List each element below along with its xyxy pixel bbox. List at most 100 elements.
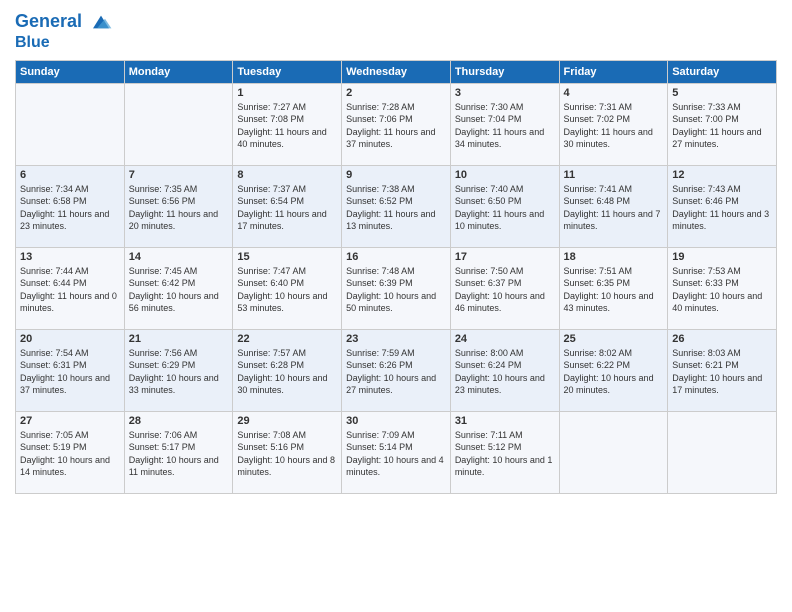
day-number: 28 (129, 415, 229, 427)
day-number: 4 (564, 87, 664, 99)
day-number: 25 (564, 333, 664, 345)
day-number: 17 (455, 251, 555, 263)
calendar-cell: 19 Sunrise: 7:53 AMSunset: 6:33 PMDayligh… (668, 247, 777, 329)
calendar-cell: 13 Sunrise: 7:44 AMSunset: 6:44 PMDayligh… (16, 247, 125, 329)
calendar-cell: 1 Sunrise: 7:27 AMSunset: 7:08 PMDaylight… (233, 83, 342, 165)
day-number: 2 (346, 87, 446, 99)
week-row-4: 20 Sunrise: 7:54 AMSunset: 6:31 PMDayligh… (16, 329, 777, 411)
calendar-cell: 22Sunrise: 7:57 AMSunset: 6:28 PMDayligh… (233, 329, 342, 411)
calendar-cell: 30 Sunrise: 7:09 AMSunset: 5:14 PMDayligh… (342, 411, 451, 493)
calendar-cell: 11 Sunrise: 7:41 AMSunset: 6:48 PMDayligh… (559, 165, 668, 247)
calendar-cell: 20 Sunrise: 7:54 AMSunset: 6:31 PMDayligh… (16, 329, 125, 411)
calendar-cell: 17 Sunrise: 7:50 AMSunset: 6:37 PMDayligh… (450, 247, 559, 329)
calendar-cell: 21Sunrise: 7:56 AMSunset: 6:29 PMDayligh… (124, 329, 233, 411)
col-header-tuesday: Tuesday (233, 60, 342, 83)
day-number: 5 (672, 87, 772, 99)
logo-icon (89, 10, 113, 34)
day-number: 10 (455, 169, 555, 181)
day-number: 27 (20, 415, 120, 427)
calendar-cell: 31 Sunrise: 7:11 AMSunset: 5:12 PMDayligh… (450, 411, 559, 493)
day-info: Sunrise: 7:28 AMSunset: 7:06 PMDaylight:… (346, 101, 446, 151)
day-info: Sunrise: 7:50 AMSunset: 6:37 PMDaylight:… (455, 265, 555, 315)
day-number: 1 (237, 87, 337, 99)
logo: General Blue (15, 10, 113, 52)
day-info: Sunrise: 8:00 AMSunset: 6:24 PMDaylight:… (455, 347, 555, 397)
calendar-cell: 29Sunrise: 7:08 AMSunset: 5:16 PMDayligh… (233, 411, 342, 493)
calendar-cell: 3 Sunrise: 7:30 AMSunset: 7:04 PMDaylight… (450, 83, 559, 165)
day-number: 8 (237, 169, 337, 181)
day-number: 6 (20, 169, 120, 181)
calendar-cell: 26Sunrise: 8:03 AMSunset: 6:21 PMDayligh… (668, 329, 777, 411)
calendar-cell: 14Sunrise: 7:45 AMSunset: 6:42 PMDayligh… (124, 247, 233, 329)
day-info: Sunrise: 7:54 AMSunset: 6:31 PMDaylight:… (20, 347, 120, 397)
day-info: Sunrise: 7:51 AMSunset: 6:35 PMDaylight:… (564, 265, 664, 315)
day-info: Sunrise: 7:27 AMSunset: 7:08 PMDaylight:… (237, 101, 337, 151)
calendar-cell: 23 Sunrise: 7:59 AMSunset: 6:26 PMDayligh… (342, 329, 451, 411)
day-info: Sunrise: 7:34 AMSunset: 6:58 PMDaylight:… (20, 183, 120, 233)
day-number: 16 (346, 251, 446, 263)
logo-text: General (15, 10, 113, 34)
day-info: Sunrise: 7:37 AMSunset: 6:54 PMDaylight:… (237, 183, 337, 233)
day-info: Sunrise: 7:33 AMSunset: 7:00 PMDaylight:… (672, 101, 772, 151)
week-row-3: 13 Sunrise: 7:44 AMSunset: 6:44 PMDayligh… (16, 247, 777, 329)
day-info: Sunrise: 7:11 AMSunset: 5:12 PMDaylight:… (455, 429, 555, 479)
day-info: Sunrise: 7:41 AMSunset: 6:48 PMDaylight:… (564, 183, 664, 233)
day-number: 12 (672, 169, 772, 181)
calendar-cell (559, 411, 668, 493)
calendar-cell: 28Sunrise: 7:06 AMSunset: 5:17 PMDayligh… (124, 411, 233, 493)
calendar-cell: 10 Sunrise: 7:40 AMSunset: 6:50 PMDayligh… (450, 165, 559, 247)
day-info: Sunrise: 8:02 AMSunset: 6:22 PMDaylight:… (564, 347, 664, 397)
day-info: Sunrise: 7:09 AMSunset: 5:14 PMDaylight:… (346, 429, 446, 479)
calendar-cell: 7Sunrise: 7:35 AMSunset: 6:56 PMDaylight… (124, 165, 233, 247)
col-header-wednesday: Wednesday (342, 60, 451, 83)
calendar-cell: 12 Sunrise: 7:43 AMSunset: 6:46 PMDayligh… (668, 165, 777, 247)
day-info: Sunrise: 7:40 AMSunset: 6:50 PMDaylight:… (455, 183, 555, 233)
calendar-cell: 24 Sunrise: 8:00 AMSunset: 6:24 PMDayligh… (450, 329, 559, 411)
calendar-cell: 27 Sunrise: 7:05 AMSunset: 5:19 PMDayligh… (16, 411, 125, 493)
calendar-cell (668, 411, 777, 493)
col-header-friday: Friday (559, 60, 668, 83)
day-number: 22 (237, 333, 337, 345)
day-number: 19 (672, 251, 772, 263)
calendar-header-row: SundayMondayTuesdayWednesdayThursdayFrid… (16, 60, 777, 83)
col-header-sunday: Sunday (16, 60, 125, 83)
day-number: 29 (237, 415, 337, 427)
day-number: 20 (20, 333, 120, 345)
day-info: Sunrise: 7:53 AMSunset: 6:33 PMDaylight:… (672, 265, 772, 315)
col-header-thursday: Thursday (450, 60, 559, 83)
calendar-cell: 15Sunrise: 7:47 AMSunset: 6:40 PMDayligh… (233, 247, 342, 329)
calendar-body: 1 Sunrise: 7:27 AMSunset: 7:08 PMDaylight… (16, 83, 777, 493)
day-info: Sunrise: 7:44 AMSunset: 6:44 PMDaylight:… (20, 265, 120, 315)
day-number: 11 (564, 169, 664, 181)
day-info: Sunrise: 7:35 AMSunset: 6:56 PMDaylight:… (129, 183, 229, 233)
day-number: 24 (455, 333, 555, 345)
day-info: Sunrise: 7:47 AMSunset: 6:40 PMDaylight:… (237, 265, 337, 315)
col-header-saturday: Saturday (668, 60, 777, 83)
calendar-cell (16, 83, 125, 165)
day-number: 3 (455, 87, 555, 99)
day-number: 31 (455, 415, 555, 427)
day-info: Sunrise: 7:45 AMSunset: 6:42 PMDaylight:… (129, 265, 229, 315)
day-info: Sunrise: 7:59 AMSunset: 6:26 PMDaylight:… (346, 347, 446, 397)
week-row-2: 6 Sunrise: 7:34 AMSunset: 6:58 PMDaylight… (16, 165, 777, 247)
calendar-table: SundayMondayTuesdayWednesdayThursdayFrid… (15, 60, 777, 494)
day-info: Sunrise: 7:05 AMSunset: 5:19 PMDaylight:… (20, 429, 120, 479)
calendar-cell: 4Sunrise: 7:31 AMSunset: 7:02 PMDaylight… (559, 83, 668, 165)
day-number: 23 (346, 333, 446, 345)
calendar-cell (124, 83, 233, 165)
logo-blue: Blue (15, 34, 113, 52)
day-number: 18 (564, 251, 664, 263)
day-info: Sunrise: 7:30 AMSunset: 7:04 PMDaylight:… (455, 101, 555, 151)
day-number: 30 (346, 415, 446, 427)
calendar-cell: 5 Sunrise: 7:33 AMSunset: 7:00 PMDaylight… (668, 83, 777, 165)
day-number: 13 (20, 251, 120, 263)
week-row-1: 1 Sunrise: 7:27 AMSunset: 7:08 PMDaylight… (16, 83, 777, 165)
day-info: Sunrise: 7:38 AMSunset: 6:52 PMDaylight:… (346, 183, 446, 233)
calendar-cell: 8 Sunrise: 7:37 AMSunset: 6:54 PMDaylight… (233, 165, 342, 247)
calendar-cell: 2 Sunrise: 7:28 AMSunset: 7:06 PMDaylight… (342, 83, 451, 165)
day-info: Sunrise: 7:56 AMSunset: 6:29 PMDaylight:… (129, 347, 229, 397)
day-number: 26 (672, 333, 772, 345)
calendar-cell: 16Sunrise: 7:48 AMSunset: 6:39 PMDayligh… (342, 247, 451, 329)
calendar-cell: 25 Sunrise: 8:02 AMSunset: 6:22 PMDayligh… (559, 329, 668, 411)
day-info: Sunrise: 7:43 AMSunset: 6:46 PMDaylight:… (672, 183, 772, 233)
